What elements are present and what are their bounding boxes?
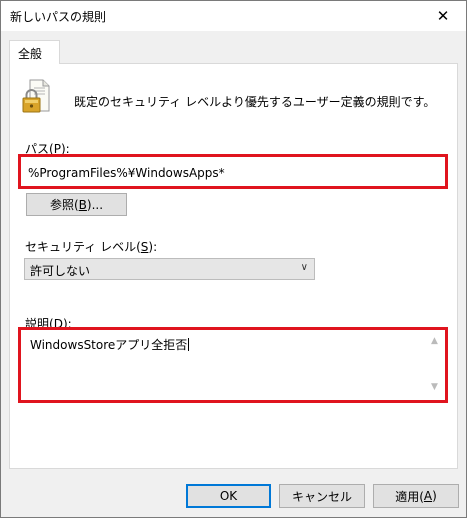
cancel-button[interactable]: キャンセル — [279, 484, 365, 508]
security-level-value: 許可しない — [30, 264, 91, 278]
ok-label: OK — [219, 489, 238, 503]
security-label-end: ): — [148, 240, 158, 254]
browse-label-end: )... — [86, 197, 104, 212]
apply-label-end: ) — [432, 489, 437, 503]
lock-document-icon — [22, 79, 50, 113]
description-scrollbar[interactable]: ▲ ▼ — [427, 334, 443, 394]
tab-general[interactable]: 全般 — [9, 40, 60, 64]
apply-accel: A — [423, 489, 433, 503]
chevron-down-icon: ∨ — [300, 262, 308, 273]
tab-general-label: 全般 — [18, 47, 43, 61]
apply-button[interactable]: 適用(A) — [373, 484, 459, 508]
description-value: WindowsStoreアプリ全拒否 — [30, 336, 190, 353]
cancel-label: キャンセル — [291, 489, 352, 504]
title-bar: 新しいパスの規則 ✕ — [1, 1, 466, 31]
dialog-window: 新しいパスの規則 ✕ 全般 既定のセキュリティ レベルより優先するユーザー定義の… — [0, 0, 467, 518]
ok-button[interactable]: OK — [186, 484, 271, 508]
security-label: セキュリティ レベル(S): — [25, 238, 157, 255]
intro-text: 既定のセキュリティ レベルより優先するユーザー定義の規則です。 — [74, 95, 436, 109]
security-level-select[interactable]: 許可しない ∨ — [24, 258, 315, 280]
close-button[interactable]: ✕ — [420, 1, 466, 31]
scroll-down-icon: ▼ — [431, 382, 438, 392]
close-icon: ✕ — [436, 7, 450, 25]
text-caret — [188, 338, 190, 351]
browse-label: 参照( — [49, 198, 79, 212]
path-input[interactable] — [24, 160, 444, 185]
security-label-text: セキュリティ レベル( — [25, 240, 141, 254]
browse-accel: B — [78, 197, 87, 212]
apply-label: 適用( — [395, 489, 424, 504]
browse-button[interactable]: 参照(B)... — [26, 193, 127, 216]
window-title: 新しいパスの規則 — [10, 10, 107, 24]
scroll-up-icon: ▲ — [431, 336, 438, 346]
description-value-text: WindowsStoreアプリ全拒否 — [30, 338, 188, 352]
description-textarea[interactable]: WindowsStoreアプリ全拒否 ▲ ▼ — [24, 333, 444, 397]
